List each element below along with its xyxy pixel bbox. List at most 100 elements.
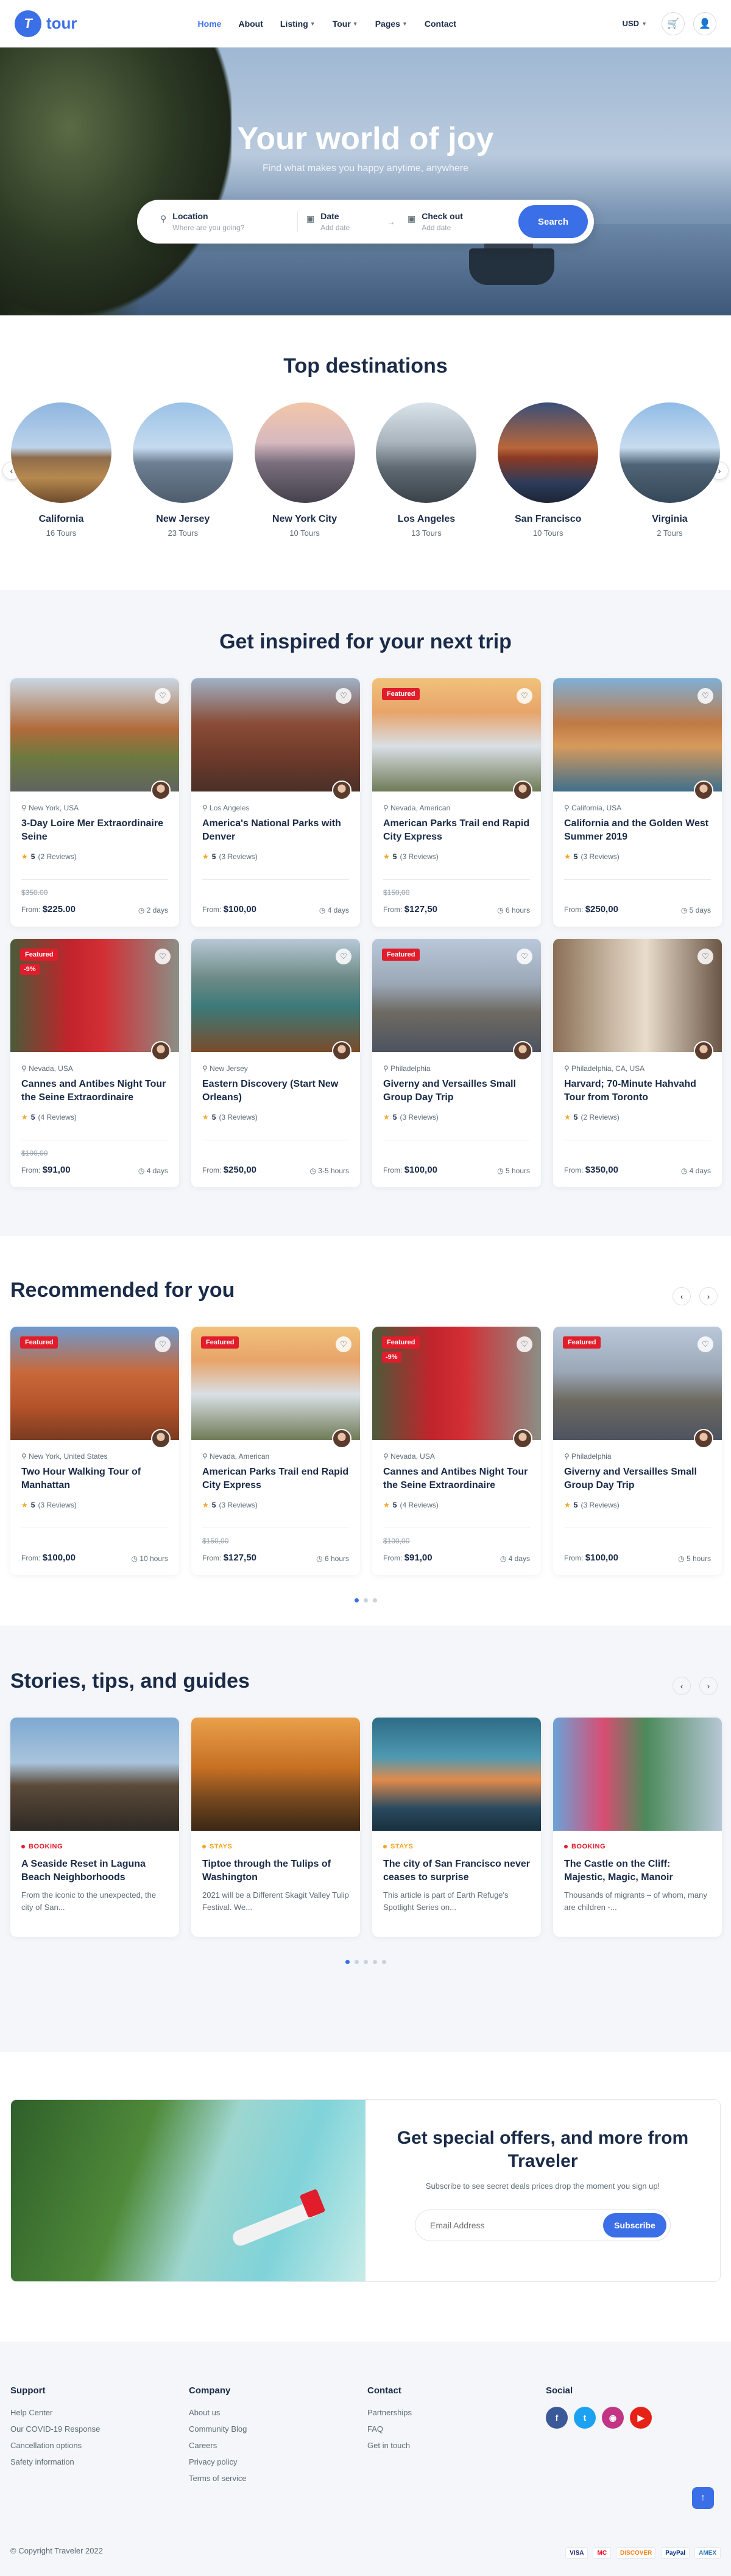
carousel-dot[interactable] bbox=[381, 1960, 386, 1964]
prev-arrow-button[interactable]: ‹ bbox=[673, 1287, 691, 1305]
nav-home[interactable]: Home bbox=[198, 19, 222, 29]
heart-icon[interactable]: ♡ bbox=[336, 1336, 351, 1352]
heart-icon[interactable]: ♡ bbox=[155, 688, 171, 704]
carousel-dot[interactable] bbox=[372, 1960, 377, 1964]
footer-link[interactable]: Cancellation options bbox=[10, 2441, 189, 2450]
carousel-dot[interactable] bbox=[372, 1598, 377, 1602]
tour-card[interactable]: Featured -9% ♡ ⚲ Nevada, USA Cannes and … bbox=[372, 1327, 541, 1575]
footer-link[interactable]: Safety information bbox=[10, 2457, 189, 2466]
logo[interactable]: T tour bbox=[15, 10, 77, 37]
currency-select[interactable]: USD ▼ bbox=[623, 19, 647, 28]
heart-icon[interactable]: ♡ bbox=[336, 949, 351, 964]
heart-icon[interactable]: ♡ bbox=[517, 1336, 532, 1352]
heart-icon[interactable]: ♡ bbox=[336, 688, 351, 704]
location-input[interactable]: Where are you going? bbox=[172, 223, 244, 232]
tour-card[interactable]: Featured ♡ ⚲ Philadelphia Giverny and Ve… bbox=[372, 939, 541, 1187]
date-field[interactable]: ▣ Date Add date bbox=[298, 211, 383, 232]
story-title[interactable]: The Castle on the Cliff: Majestic, Magic… bbox=[564, 1858, 711, 1884]
tour-title[interactable]: America's National Parks with Denver bbox=[202, 817, 349, 844]
carousel-dot[interactable] bbox=[354, 1598, 359, 1602]
tour-title[interactable]: California and the Golden West Summer 20… bbox=[564, 817, 711, 844]
heart-icon[interactable]: ♡ bbox=[697, 949, 713, 964]
tour-card[interactable]: ♡ ⚲ Los Angeles America's National Parks… bbox=[191, 678, 360, 927]
back-to-top-button[interactable]: ↑ bbox=[692, 2487, 714, 2509]
tour-card[interactable]: Featured ♡ ⚲ Nevada, American American P… bbox=[191, 1327, 360, 1575]
search-button[interactable]: Search bbox=[518, 205, 588, 238]
footer-link[interactable]: FAQ bbox=[367, 2424, 546, 2434]
prev-arrow-button[interactable]: ‹ bbox=[673, 1677, 691, 1695]
subscribe-button[interactable]: Subscribe bbox=[603, 2213, 666, 2237]
destination-card[interactable]: San Francisco 10 Tours bbox=[498, 402, 599, 538]
tour-card[interactable]: ♡ ⚲ California, USA California and the G… bbox=[553, 678, 722, 927]
tour-title[interactable]: Cannes and Antibes Night Tour the Seine … bbox=[21, 1078, 168, 1104]
tour-title[interactable]: Giverny and Versailles Small Group Day T… bbox=[564, 1465, 711, 1492]
footer-link[interactable]: Careers bbox=[189, 2441, 367, 2450]
footer-link[interactable]: Get in touch bbox=[367, 2441, 546, 2450]
destination-card[interactable]: Virginia 2 Tours bbox=[619, 402, 720, 538]
footer-link[interactable]: Help Center bbox=[10, 2408, 189, 2417]
tour-card[interactable]: Featured -9% ♡ ⚲ Nevada, USA Cannes and … bbox=[10, 939, 179, 1187]
footer-link[interactable]: About us bbox=[189, 2408, 367, 2417]
carousel-dot[interactable] bbox=[363, 1598, 368, 1602]
nav-about[interactable]: About bbox=[238, 19, 263, 29]
destination-card[interactable]: New Jersey 23 Tours bbox=[132, 402, 233, 538]
tour-card[interactable]: Featured ♡ ⚲ Philadelphia Giverny and Ve… bbox=[553, 1327, 722, 1575]
nav-listing[interactable]: Listing ▼ bbox=[280, 19, 316, 29]
carousel-dot[interactable] bbox=[345, 1960, 350, 1964]
clock-icon: ◷ bbox=[316, 1554, 323, 1563]
story-card[interactable]: STAYS Tiptoe through the Tulips of Washi… bbox=[191, 1718, 360, 1937]
footer-company: Company About us Community Blog Careers … bbox=[189, 2385, 367, 2490]
footer-link[interactable]: Terms of service bbox=[189, 2474, 367, 2483]
heart-icon[interactable]: ♡ bbox=[155, 949, 171, 964]
tour-card[interactable]: Featured ♡ ⚲ Nevada, American American P… bbox=[372, 678, 541, 927]
tour-title[interactable]: American Parks Trail end Rapid City Expr… bbox=[383, 817, 530, 844]
next-arrow-button[interactable]: › bbox=[699, 1677, 718, 1695]
tour-title[interactable]: American Parks Trail end Rapid City Expr… bbox=[202, 1465, 349, 1492]
nav-pages[interactable]: Pages ▼ bbox=[375, 19, 408, 29]
facebook-icon[interactable]: f bbox=[546, 2407, 568, 2429]
tour-card[interactable]: ♡ ⚲ New Jersey Eastern Discovery (Start … bbox=[191, 939, 360, 1187]
heart-icon[interactable]: ♡ bbox=[517, 688, 532, 704]
email-field[interactable] bbox=[430, 2220, 603, 2230]
footer-link[interactable]: Community Blog bbox=[189, 2424, 367, 2434]
carousel-dot[interactable] bbox=[363, 1960, 368, 1964]
tour-title[interactable]: Giverny and Versailles Small Group Day T… bbox=[383, 1078, 530, 1104]
checkout-field[interactable]: ▣ Check out Add date bbox=[399, 211, 503, 232]
destination-card[interactable]: New York City 10 Tours bbox=[254, 402, 355, 538]
cart-button[interactable]: 🛒 bbox=[662, 12, 685, 35]
footer-link[interactable]: Our COVID-19 Response bbox=[10, 2424, 189, 2434]
featured-badge: Featured bbox=[20, 949, 58, 961]
tour-title[interactable]: 3-Day Loire Mer Extraordinaire Seine bbox=[21, 817, 168, 844]
tour-card[interactable]: ♡ ⚲ New York, USA 3-Day Loire Mer Extrao… bbox=[10, 678, 179, 927]
nav-contact[interactable]: Contact bbox=[425, 19, 456, 29]
instagram-icon[interactable]: ◉ bbox=[602, 2407, 624, 2429]
heart-icon[interactable]: ♡ bbox=[697, 1336, 713, 1352]
destination-card[interactable]: Los Angeles 13 Tours bbox=[376, 402, 477, 538]
tour-card[interactable]: Featured ♡ ⚲ New York, United States Two… bbox=[10, 1327, 179, 1575]
story-card[interactable]: BOOKING The Castle on the Cliff: Majesti… bbox=[553, 1718, 722, 1937]
nav-tour[interactable]: Tour ▼ bbox=[333, 19, 358, 29]
next-arrow-button[interactable]: › bbox=[699, 1287, 718, 1305]
tour-title[interactable]: Two Hour Walking Tour of Manhattan bbox=[21, 1465, 168, 1492]
story-card[interactable]: BOOKING A Seaside Reset in Laguna Beach … bbox=[10, 1718, 179, 1937]
footer-link[interactable]: Partnerships bbox=[367, 2408, 546, 2417]
tour-title[interactable]: Harvard; 70-Minute Hahvahd Tour from Tor… bbox=[564, 1078, 711, 1104]
rating: ★ 5 (3 Reviews) bbox=[202, 1501, 258, 1509]
story-card[interactable]: STAYS The city of San Francisco never ce… bbox=[372, 1718, 541, 1937]
destination-card[interactable]: California 16 Tours bbox=[11, 402, 111, 538]
story-title[interactable]: Tiptoe through the Tulips of Washington bbox=[202, 1858, 349, 1884]
story-title[interactable]: The city of San Francisco never ceases t… bbox=[383, 1858, 530, 1884]
heart-icon[interactable]: ♡ bbox=[155, 1336, 171, 1352]
user-button[interactable]: 👤 bbox=[693, 12, 716, 35]
heart-icon[interactable]: ♡ bbox=[697, 688, 713, 704]
twitter-icon[interactable]: t bbox=[574, 2407, 596, 2429]
tour-title[interactable]: Eastern Discovery (Start New Orleans) bbox=[202, 1078, 349, 1104]
tour-title[interactable]: Cannes and Antibes Night Tour the Seine … bbox=[383, 1465, 530, 1492]
heart-icon[interactable]: ♡ bbox=[517, 949, 532, 964]
footer-link[interactable]: Privacy policy bbox=[189, 2457, 367, 2466]
location-field[interactable]: ⚲ Location Where are you going? bbox=[152, 211, 298, 232]
story-title[interactable]: A Seaside Reset in Laguna Beach Neighbor… bbox=[21, 1858, 168, 1884]
carousel-dot[interactable] bbox=[354, 1960, 359, 1964]
youtube-icon[interactable]: ▶ bbox=[630, 2407, 652, 2429]
tour-card[interactable]: ♡ ⚲ Philadelphia, CA, USA Harvard; 70-Mi… bbox=[553, 939, 722, 1187]
